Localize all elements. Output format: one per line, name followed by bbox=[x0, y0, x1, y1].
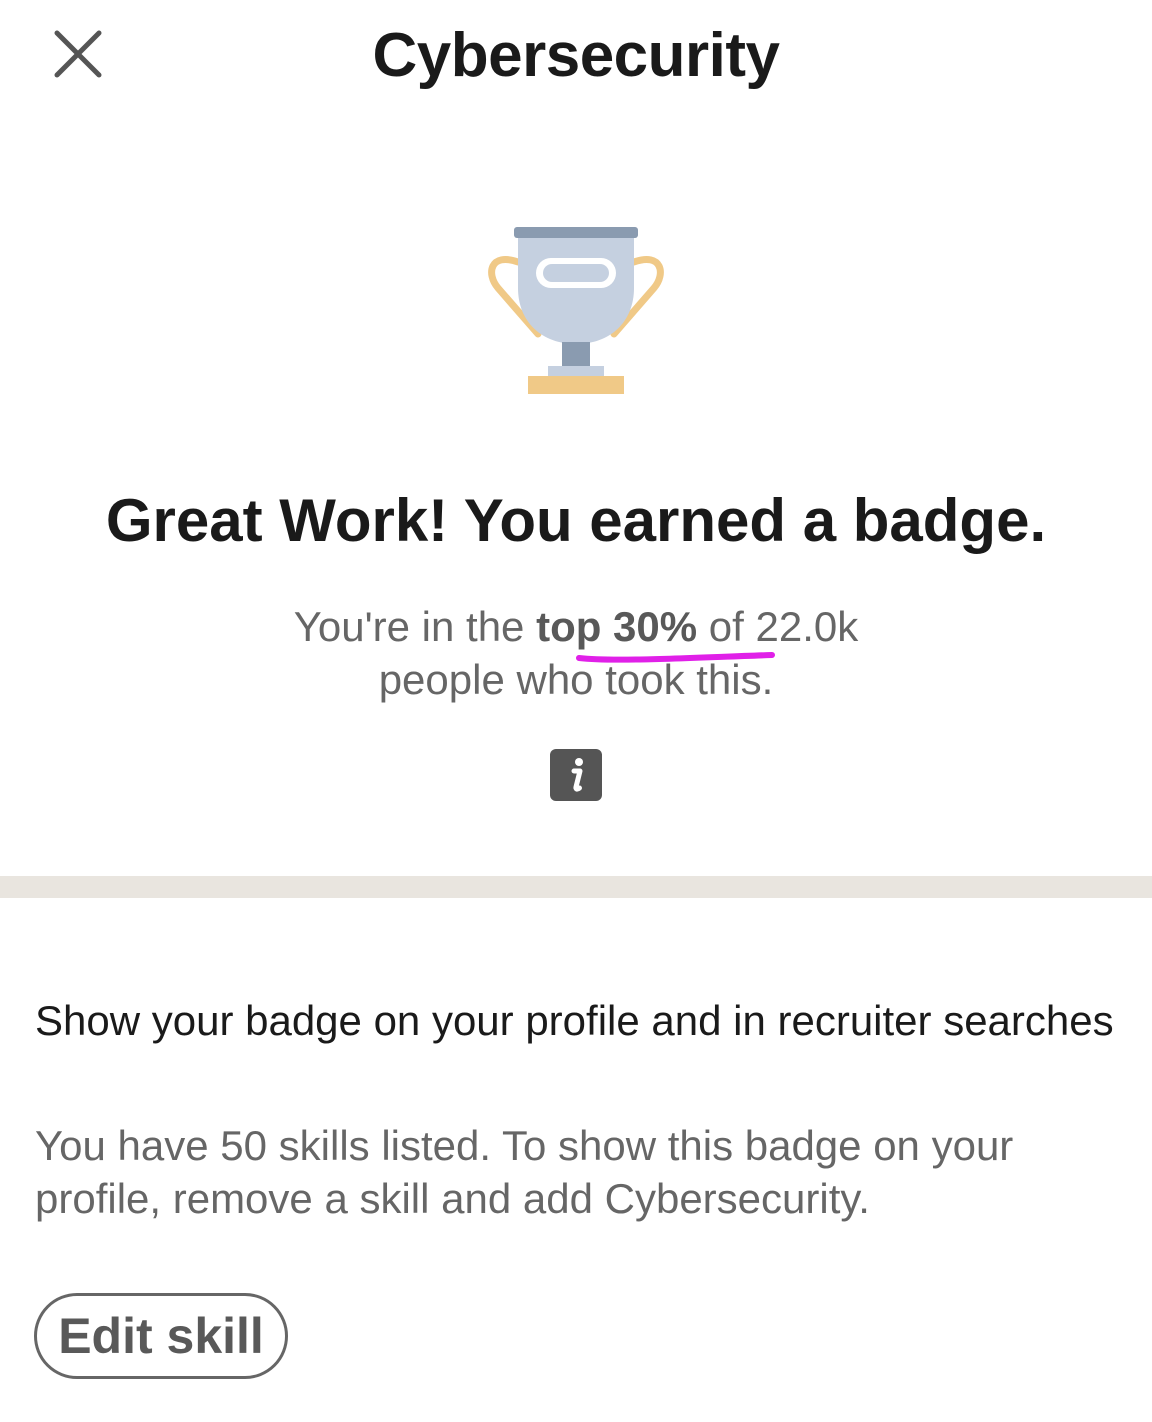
edit-skill-button[interactable]: Edit skill bbox=[34, 1293, 288, 1379]
header: Cybersecurity bbox=[0, 0, 1152, 120]
result-headline: Great Work! You earned a badge. bbox=[105, 487, 1047, 554]
stat-highlight: top 30% bbox=[536, 603, 698, 650]
underline-annotation bbox=[576, 652, 775, 663]
trophy-icon bbox=[488, 227, 664, 394]
profile-section-title: Show your badge on your profile and in r… bbox=[35, 997, 1114, 1044]
info-button[interactable] bbox=[550, 749, 602, 801]
stat-middle: of 22.0k bbox=[697, 603, 859, 650]
percentile-line-1: You're in the top 30% of 22.0k bbox=[0, 600, 1152, 653]
stat-prefix: You're in the bbox=[293, 603, 537, 650]
badge-result-screen: Cybersecurity Great Work! You earned a b… bbox=[0, 0, 1152, 1422]
page-title: Cybersecurity bbox=[372, 21, 780, 90]
info-icon bbox=[550, 749, 602, 801]
profile-section-body: You have 50 skills listed. To show this … bbox=[35, 1122, 1014, 1222]
section-divider bbox=[0, 876, 1152, 898]
